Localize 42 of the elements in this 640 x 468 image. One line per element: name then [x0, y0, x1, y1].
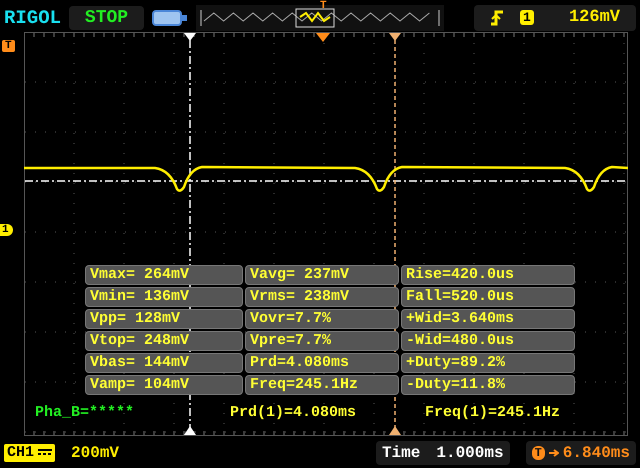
measurement-cell: Vpp= 128mV — [85, 309, 243, 329]
rising-edge-icon — [490, 10, 504, 26]
timebase-label: Time — [382, 443, 420, 464]
trigger-marker: T — [2, 40, 15, 52]
channel-marker: 1 — [0, 224, 13, 236]
measurement-cell: Vbas= 144mV — [85, 353, 243, 373]
trigger-source-badge: 1 — [520, 10, 534, 25]
trigger-offset: 6.840ms — [562, 443, 630, 464]
cursor-marker-icon[interactable] — [389, 426, 401, 435]
cursor-marker-icon[interactable] — [389, 33, 401, 41]
measurement-cell: Vrms= 238mV — [245, 287, 399, 307]
cursor-marker-icon[interactable] — [184, 426, 196, 435]
arrow-icon — [548, 448, 559, 458]
status-text: Prd(1)=4.080ms — [230, 404, 356, 422]
measurement-cell: Vmin= 136mV — [85, 287, 243, 307]
measurement-cell: +Duty=89.2% — [401, 353, 575, 373]
measurement-cell: -Duty=11.8% — [401, 375, 575, 395]
run-state[interactable]: STOP — [69, 6, 144, 30]
measurement-cell: Vavg= 237mV — [245, 265, 399, 285]
trigger-level: 126mV — [568, 6, 620, 29]
status-text: Freq(1)=245.1Hz — [425, 404, 560, 422]
offset-marker: T — [532, 446, 545, 460]
measurement-cell: -Wid=480.0us — [401, 331, 575, 351]
measurement-cell: Vmax= 264mV — [85, 265, 243, 285]
overview-trigger-marker: T — [320, 0, 327, 12]
measurement-cell: Freq=245.1Hz — [245, 375, 399, 395]
channel-badge[interactable]: CH1 — [4, 444, 56, 462]
cursor-marker-icon[interactable] — [184, 33, 196, 41]
brand-logo: RIGOL — [4, 6, 62, 30]
measurement-cell: Prd=4.080ms — [245, 353, 399, 373]
timebase-value: 1.000ms — [436, 443, 504, 464]
measurement-cell: Fall=520.0us — [401, 287, 575, 307]
trigger-position-icon — [316, 33, 330, 42]
status-text: Pha_B=***** — [35, 404, 134, 422]
measurement-cell: Vtop= 248mV — [85, 331, 243, 351]
measurement-cell: Vpre=7.7% — [245, 331, 399, 351]
measurement-cell: Vovr=7.7% — [245, 309, 399, 329]
memory-depth-icon — [152, 8, 188, 28]
measurement-cell: Rise=420.0us — [401, 265, 575, 285]
measurement-cell: +Wid=3.640ms — [401, 309, 575, 329]
vertical-scale: 200mV — [71, 443, 120, 464]
measurement-cell: Vamp= 104mV — [85, 375, 243, 395]
